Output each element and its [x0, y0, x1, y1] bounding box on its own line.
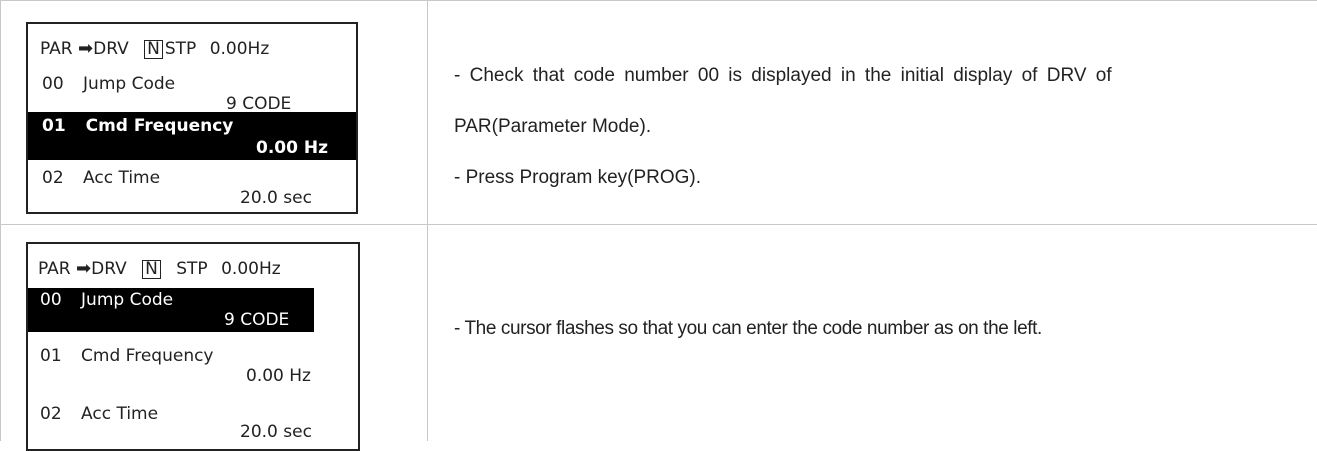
- state-label: STP: [176, 259, 208, 279]
- param-row-00: 00 Jump Code: [40, 290, 173, 310]
- highlight-row-00: 00 Jump Code 9 CODE: [28, 288, 314, 332]
- param-code: 01: [42, 116, 66, 136]
- table-top-border: [0, 0, 1317, 1]
- param-row-00: 00 Jump Code: [42, 74, 175, 94]
- right-arrow-icon: ➡: [78, 38, 94, 59]
- param-code: 01: [40, 346, 62, 366]
- group-label: DRV: [93, 39, 129, 59]
- frequency-label: 0.00Hz: [221, 259, 281, 279]
- param-row-02: 02 Acc Time: [40, 404, 158, 424]
- state-label: STP: [164, 39, 197, 59]
- param-code: 00: [42, 74, 64, 94]
- param-value: 9 CODE: [226, 94, 292, 114]
- keypad-display-step1: PAR ➡DRV N STP 0.00Hz 00 Jump Code 9 CODE…: [26, 22, 358, 214]
- mode-label: PAR: [40, 39, 73, 59]
- param-code: 02: [42, 168, 64, 188]
- highlight-row-01: 01 Cmd Frequency 0.00 Hz: [28, 112, 356, 160]
- direction-box: N: [144, 40, 163, 59]
- param-name: Acc Time: [81, 404, 159, 424]
- table-row-divider: [0, 224, 1317, 225]
- display-header: PAR ➡DRV N STP 0.00Hz: [40, 38, 269, 59]
- param-name: Cmd Frequency: [81, 346, 214, 366]
- group-label: DRV: [91, 259, 127, 279]
- display-header: PAR ➡DRV N STP 0.00Hz: [38, 258, 281, 279]
- step1-instruction-line3: - Press Program key(PROG).: [454, 167, 702, 188]
- direction-box: N: [142, 260, 161, 279]
- table-left-border: [0, 0, 1, 441]
- param-code: 00: [40, 290, 62, 310]
- keypad-display-step2: PAR ➡DRV N STP 0.00Hz 00 Jump Code 9 COD…: [26, 242, 360, 451]
- param-value: 0.00 Hz: [246, 366, 311, 386]
- param-row-02: 02 Acc Time: [42, 168, 160, 188]
- param-name: Acc Time: [83, 168, 161, 188]
- param-name: Jump Code: [81, 290, 174, 310]
- param-value: 20.0 sec: [240, 422, 312, 442]
- step1-instruction-line1: - Check that code number 00 is displayed…: [454, 65, 1112, 86]
- param-name: Cmd Frequency: [85, 116, 234, 136]
- param-code: 02: [40, 404, 62, 424]
- param-value: 0.00 Hz: [256, 138, 328, 158]
- param-value: 20.0 sec: [240, 188, 312, 208]
- step1-instruction-line2: PAR(Parameter Mode).: [454, 116, 652, 137]
- step2-instruction-line1: - The cursor flashes so that you can ent…: [454, 318, 1042, 339]
- frequency-label: 0.00Hz: [209, 39, 270, 59]
- param-row-01: 01 Cmd Frequency: [40, 346, 214, 366]
- right-arrow-icon: ➡: [76, 258, 92, 279]
- mode-label: PAR: [38, 259, 71, 279]
- table-column-divider: [427, 0, 428, 441]
- param-row-01: 01 Cmd Frequency: [42, 116, 233, 136]
- param-value: 9 CODE: [224, 310, 290, 330]
- param-name: Jump Code: [83, 74, 176, 94]
